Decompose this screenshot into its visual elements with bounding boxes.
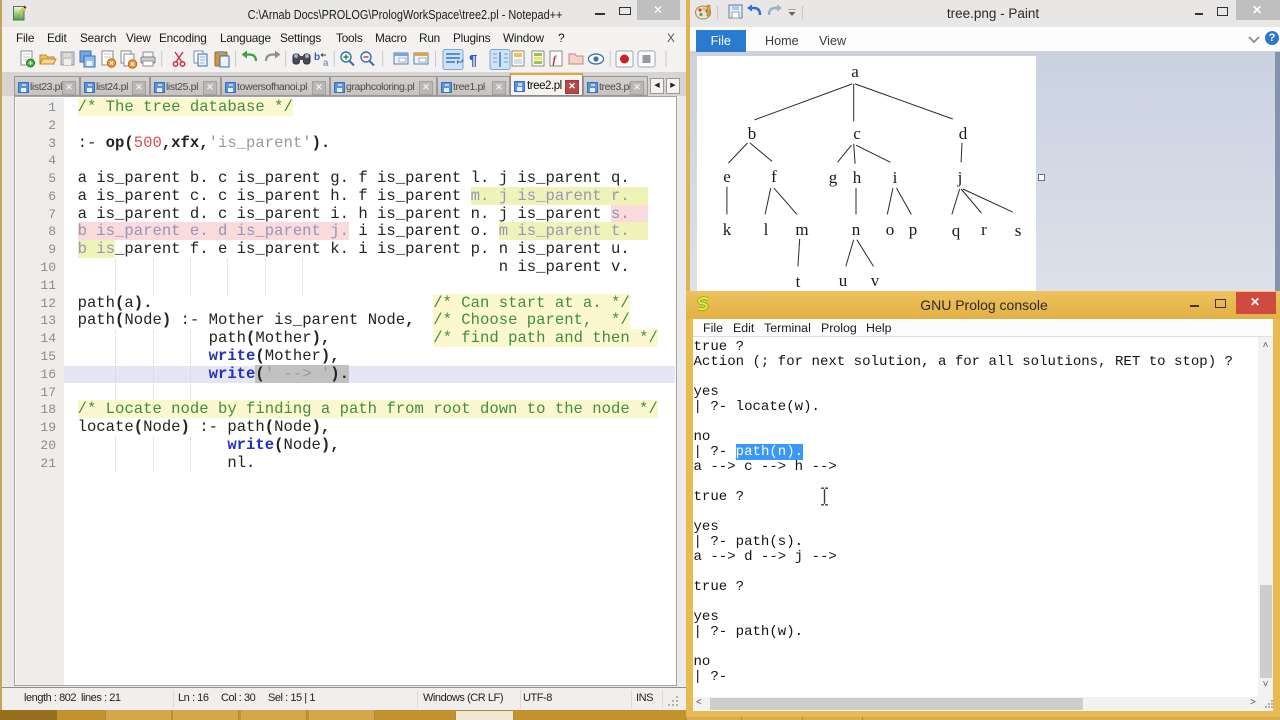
svg-text:d: d bbox=[959, 124, 968, 143]
svg-text:a: a bbox=[323, 58, 329, 69]
svg-text:q: q bbox=[952, 221, 961, 240]
svg-text:n: n bbox=[852, 220, 861, 239]
svg-text:g: g bbox=[829, 168, 838, 187]
svg-text:m: m bbox=[795, 220, 808, 239]
svg-text:s: s bbox=[1015, 221, 1022, 240]
svg-text:t: t bbox=[796, 272, 801, 291]
svg-text:a: a bbox=[851, 62, 859, 81]
svg-text:j: j bbox=[957, 168, 963, 187]
svg-text:h: h bbox=[853, 168, 862, 187]
svg-text:c: c bbox=[853, 124, 861, 143]
svg-text:i: i bbox=[893, 168, 898, 187]
svg-text:b: b bbox=[748, 124, 757, 143]
svg-text:o: o bbox=[886, 220, 895, 239]
svg-text:r: r bbox=[981, 220, 987, 239]
svg-text:k: k bbox=[723, 220, 732, 239]
svg-text:¶: ¶ bbox=[469, 52, 477, 69]
svg-text:f: f bbox=[771, 167, 777, 186]
svg-text:e: e bbox=[723, 167, 731, 186]
svg-text:v: v bbox=[871, 271, 880, 290]
svg-text:p: p bbox=[909, 220, 918, 239]
svg-text:l: l bbox=[764, 220, 769, 239]
svg-text:u: u bbox=[839, 271, 848, 290]
svg-text:b: b bbox=[314, 52, 320, 63]
